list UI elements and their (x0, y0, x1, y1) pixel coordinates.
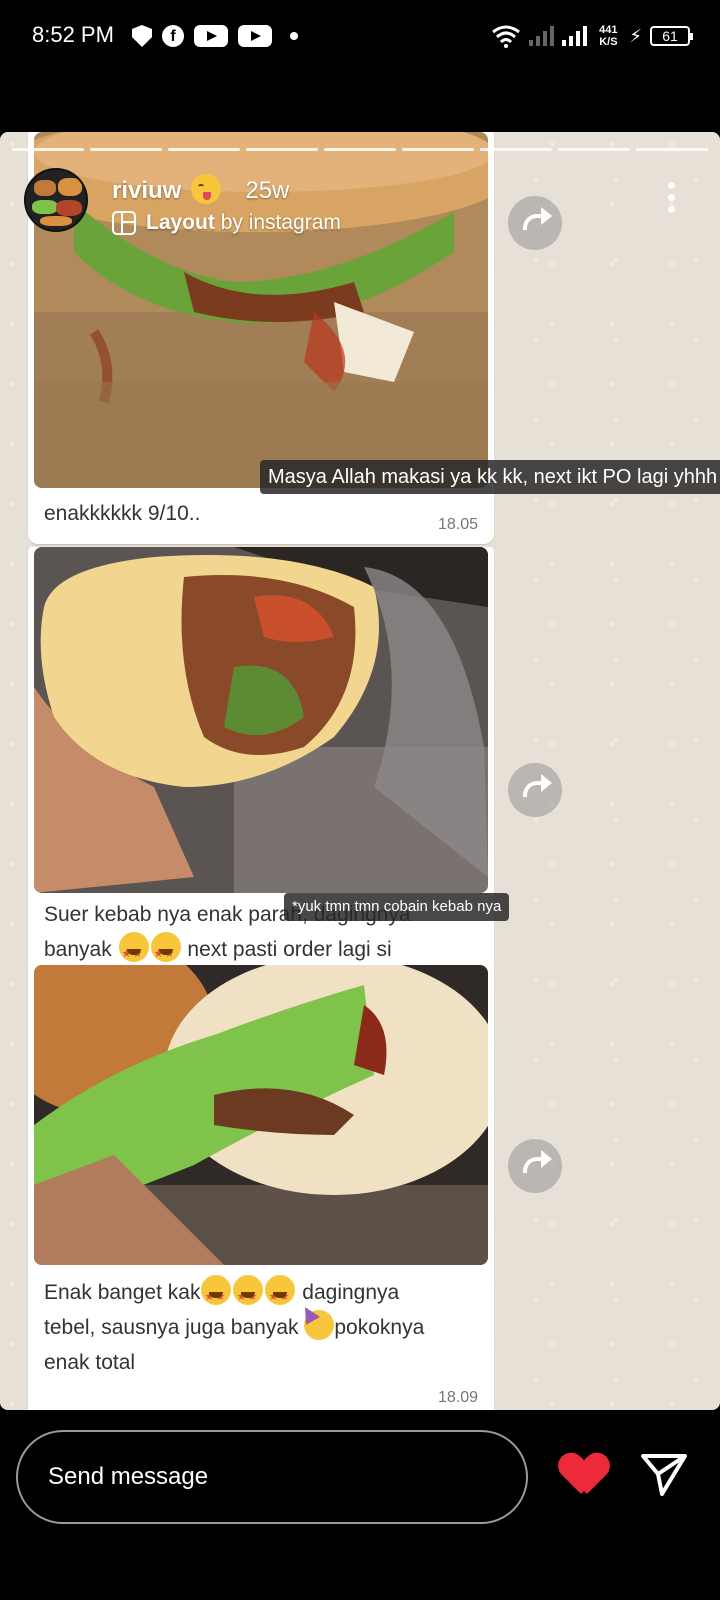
caption-text: Enak banget kak (44, 1281, 201, 1304)
status-bar: 8:52 PM f 441 K/S ⚡ 61 (0, 0, 720, 70)
caption-text: tebel, sausnya juga banyak (44, 1316, 299, 1339)
story-viewer[interactable]: enakkkkkk 9/10.. 18.05 Masya Allah makas… (0, 132, 720, 1410)
network-speed-value: 441 (599, 24, 618, 36)
caption-text: pokoknya (334, 1316, 425, 1339)
battery-icon: 61 (650, 26, 693, 46)
progress-segment (12, 148, 84, 151)
facebook-icon: f (162, 25, 184, 47)
message-time: 18.05 (437, 516, 478, 533)
chat-bubble: Enak banget kak dagingnya tebel, sausnya… (28, 965, 494, 1410)
layout-label: Layout (146, 211, 215, 234)
story-progress-bar (12, 148, 708, 151)
network-speed: 441 K/S (595, 24, 621, 48)
story-text-overlay: Masya Allah makasi ya kk kk, next ikt PO… (260, 460, 720, 494)
burger-image (34, 965, 488, 1265)
partying-face-emoji (304, 1310, 335, 1340)
star-struck-emoji (201, 1275, 232, 1315)
kebab-image (34, 547, 488, 893)
shield-icon (132, 25, 152, 47)
star-struck-emoji (150, 932, 181, 965)
status-time: 8:52 PM (32, 22, 114, 47)
layout-attribution[interactable]: Layout by instagram (112, 211, 341, 235)
caption-line-2: tebel, sausnya juga banyak pokoknya (44, 1310, 424, 1345)
layout-suffix: by instagram (220, 211, 341, 234)
burger-photo (34, 965, 488, 1265)
progress-segment (402, 148, 474, 151)
signal-icon (562, 26, 588, 46)
story-header-text: riviuw 25w Layout by instagram (112, 168, 341, 235)
progress-segment (168, 148, 240, 151)
more-notifications-icon (290, 32, 298, 40)
avatar[interactable] (24, 168, 88, 232)
message-time: 18.09 (437, 1389, 478, 1406)
username-line: riviuw 25w (112, 168, 341, 205)
caption-line-1: Enak banget kak dagingnya (44, 1275, 424, 1315)
more-icon[interactable] (668, 182, 676, 214)
network-speed-unit: K/S (599, 36, 618, 48)
progress-segment (558, 148, 630, 151)
charging-icon: ⚡ (629, 25, 642, 46)
youtube-icon (238, 25, 272, 47)
send-message-input[interactable] (16, 1430, 528, 1524)
system-icons: 441 K/S ⚡ 61 (491, 18, 693, 54)
caption-text: next pasti order lagi si (187, 938, 392, 961)
notification-icons: f (132, 22, 298, 50)
caption-line-3: enak total (44, 1351, 136, 1374)
progress-segment (324, 148, 396, 151)
star-struck-emoji (233, 1275, 264, 1315)
progress-segment (246, 148, 318, 151)
share-icon[interactable] (640, 1452, 688, 1496)
story-panel-2: Suer kebab nya enak parah, dagingnya ban… (0, 547, 720, 965)
caption-line-2: banyak next pasti order lagi si (44, 932, 411, 965)
star-struck-emoji (118, 932, 149, 965)
caption-text: banyak (44, 938, 112, 961)
signal-icon (529, 26, 555, 46)
wifi-icon (492, 25, 521, 48)
username[interactable]: riviuw (112, 177, 181, 205)
heart-icon[interactable] (560, 1454, 608, 1498)
star-struck-emoji (265, 1275, 296, 1315)
youtube-icon (194, 25, 228, 47)
layout-icon (112, 211, 136, 235)
progress-segment (90, 148, 162, 151)
post-age: 25w (245, 177, 290, 204)
story-text-overlay: *yuk tmn tmn cobain kebab nya (284, 893, 510, 921)
story-panel-3: Enak banget kak dagingnya tebel, sausnya… (0, 965, 720, 1410)
forward-icon[interactable] (508, 196, 562, 250)
message-caption: Enak banget kak dagingnya tebel, sausnya… (44, 1275, 424, 1380)
story-header: riviuw 25w Layout by instagram (24, 168, 341, 235)
message-caption: enakkkkkk 9/10.. (44, 502, 201, 525)
forward-icon[interactable] (508, 763, 562, 817)
progress-segment (636, 148, 708, 151)
yum-emoji (191, 174, 222, 204)
caption-text: dagingnya (302, 1281, 400, 1304)
kebab-photo (34, 547, 488, 893)
story-reply-bar (0, 1410, 720, 1600)
forward-icon[interactable] (508, 1139, 562, 1193)
progress-segment (480, 148, 552, 151)
